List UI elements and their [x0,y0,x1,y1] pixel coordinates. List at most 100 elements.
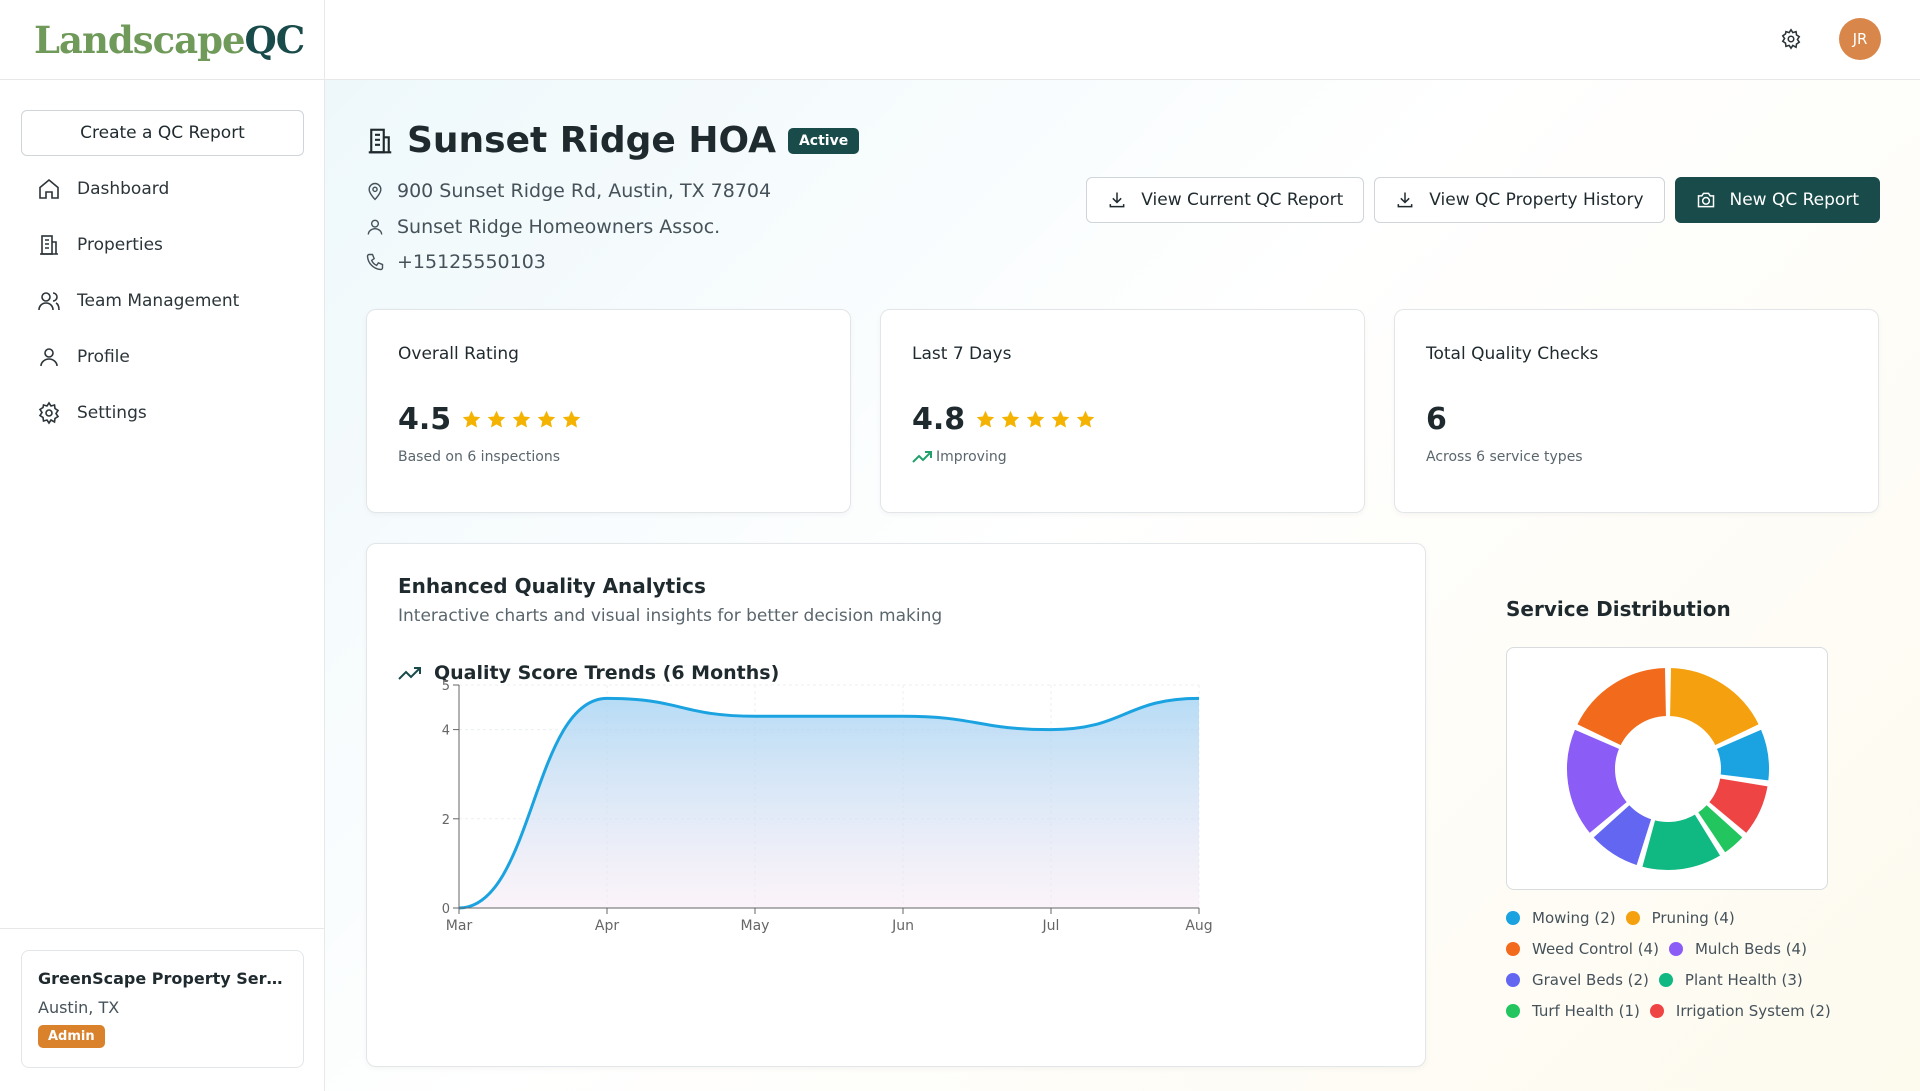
stat-subtext-row: Improving [912,449,1333,465]
view-current-report-button[interactable]: View Current QC Report [1086,177,1365,223]
owner-text: Sunset Ridge Homeowners Assoc. [397,216,721,238]
main-content: Sunset Ridge HOA Active 900 Sunset Ridge… [325,80,1920,1091]
sidebar-nav: Dashboard Properties Team Management Pro… [21,161,304,441]
legend-label: Weed Control (4) [1532,939,1659,958]
sidebar-item-label: Profile [77,347,130,367]
legend-label: Mulch Beds (4) [1694,939,1807,958]
view-property-history-button[interactable]: View QC Property History [1374,177,1665,223]
button-label: View QC Property History [1429,190,1644,210]
x-tick-label: Mar [446,918,473,934]
star-icon [537,410,556,428]
sidebar-item-properties[interactable]: Properties [21,217,304,273]
x-tick-label: Apr [595,918,619,934]
user-icon [40,348,58,367]
legend-label: Pruning (4) [1651,908,1735,927]
stat-card-total-quality-checks: Total Quality Checks 6 Across 6 service … [1394,309,1879,513]
y-tick-label: 4 [442,724,450,739]
stat-subtext: Improving [936,449,1007,465]
download-icon [1109,192,1125,208]
legend-item[interactable]: Plant Health (3) [1658,970,1803,989]
legend-item[interactable]: Irrigation System (2) [1649,1001,1831,1020]
sidebar-divider [0,928,325,929]
new-qc-report-button[interactable]: New QC Report [1674,177,1880,223]
legend-dot [1668,941,1683,956]
building-icon [40,235,58,255]
legend-label: Irrigation System (2) [1675,1001,1831,1020]
phone-text: +15125550103 [397,251,546,273]
avatar[interactable]: JR [1839,18,1881,60]
x-tick-label: Aug [1185,918,1212,934]
gear-icon [38,401,60,425]
sidebar-item-label: Team Management [77,291,240,311]
star-icon [462,410,481,428]
legend-item[interactable]: Mowing (2) [1506,909,1616,927]
organization-location: Austin, TX [38,998,120,1017]
legend-item[interactable]: Mulch Beds (4) [1668,939,1807,958]
legend-item[interactable]: Gravel Beds (2) [1506,971,1649,989]
sidebar: LandscapeQC Create a QC Report Dashboard… [0,0,325,1091]
service-distribution-title: Service Distribution [1506,597,1731,621]
star-icon [976,410,995,428]
legend-row: Mowing (2) Pruning (4) [1506,902,1846,933]
star-icon [1076,410,1095,428]
download-icon [1397,192,1413,208]
legend-row: Turf Health (1) Irrigation System (2) [1506,995,1846,1026]
phone-icon [366,253,384,271]
stat-label: Total Quality Checks [1426,344,1599,364]
legend-label: Gravel Beds (2) [1532,970,1649,989]
legend-dot [1506,910,1520,925]
sidebar-item-team-management[interactable]: Team Management [21,273,304,329]
status-badge: Active [787,127,860,154]
legend-label: Mowing (2) [1532,908,1616,927]
star-icon [487,410,506,428]
sidebar-item-settings[interactable]: Settings [21,385,304,441]
stat-value-row: 4.5 [398,402,819,437]
stat-value: 4.8 [912,402,966,437]
legend-item[interactable]: Pruning (4) [1625,908,1735,927]
sidebar-item-dashboard[interactable]: Dashboard [21,161,304,217]
quality-trend-chart[interactable]: 0 2 4 5 Mar Apr May Jun Jul Aug [367,544,1427,1068]
legend-item[interactable]: Turf Health (1) [1506,1002,1640,1020]
app-logo[interactable]: LandscapeQC [34,18,305,62]
address-text: 900 Sunset Ridge Rd, Austin, TX 78704 [397,180,772,202]
settings-gear-icon[interactable] [1780,28,1802,50]
trending-up-icon [912,451,932,463]
legend-label: Turf Health (1) [1532,1001,1640,1020]
button-label: View Current QC Report [1141,190,1344,210]
logo-bar: LandscapeQC [0,0,324,80]
sidebar-item-profile[interactable]: Profile [21,329,304,385]
service-distribution-donut-chart[interactable] [1507,648,1829,891]
camera-icon [1697,192,1714,208]
y-tick-label: 2 [442,813,450,828]
legend-dot [1658,972,1673,987]
stat-value-row: 4.8 [912,402,1333,437]
legend-dot [1506,1003,1520,1018]
action-buttons: View Current QC Report View QC Property … [1086,177,1880,223]
organization-card[interactable]: GreenScape Property Servi... Austin, TX … [21,950,304,1068]
x-tick-label: Jun [891,918,914,934]
service-distribution-chart-box [1506,647,1828,890]
property-header: Sunset Ridge HOA Active [365,120,860,161]
sidebar-item-label: Properties [77,235,163,255]
star-icon [1026,410,1045,428]
service-distribution-legend: Mowing (2) Pruning (4) Weed Control (4) Mul… [1506,902,1846,1026]
stat-value: 4.5 [398,402,452,437]
stat-card-last-7-days: Last 7 Days 4.8 Improving [880,309,1365,513]
stat-card-overall-rating: Overall Rating 4.5 Based on 6 inspection… [366,309,851,513]
x-tick-label: May [741,918,770,934]
create-qc-report-button[interactable]: Create a QC Report [21,110,304,156]
home-icon [39,178,59,199]
star-icon [512,410,531,428]
page-title: Sunset Ridge HOA [407,120,776,161]
property-owner: Sunset Ridge Homeowners Assoc. [365,216,720,238]
stat-label: Overall Rating [398,344,519,364]
analytics-card: Enhanced Quality Analytics Interactive c… [366,543,1426,1067]
legend-dot [1506,972,1520,987]
map-pin-icon [368,182,382,201]
legend-row: Gravel Beds (2) Plant Health (3) [1506,964,1846,995]
sidebar-item-label: Settings [77,403,147,423]
legend-item[interactable]: Weed Control (4) [1506,940,1659,958]
sidebar-item-label: Dashboard [77,179,170,199]
property-address: 900 Sunset Ridge Rd, Austin, TX 78704 [365,180,771,202]
legend-label: Plant Health (3) [1684,970,1803,989]
